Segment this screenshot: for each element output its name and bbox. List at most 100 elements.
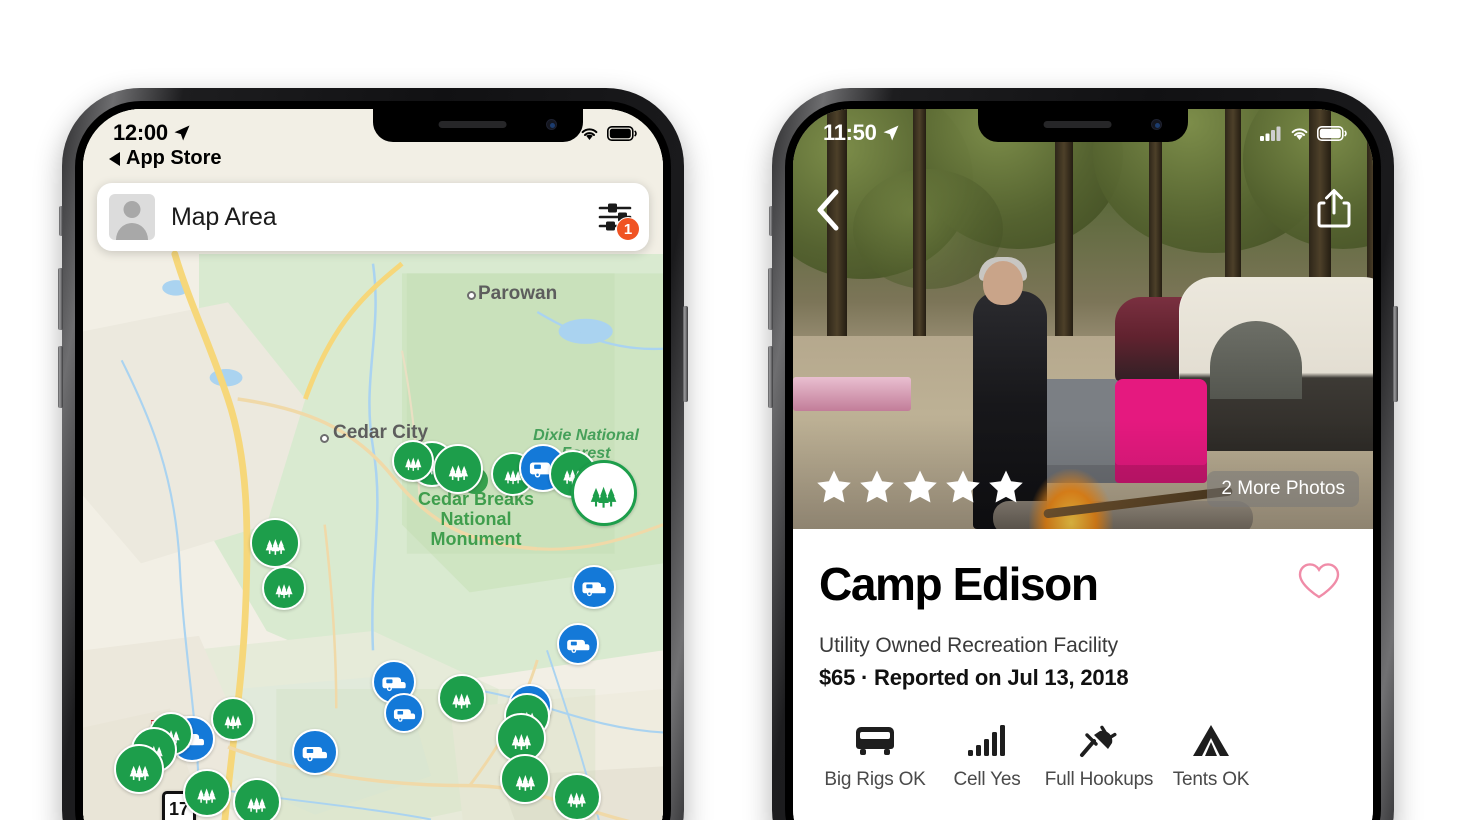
search-bar[interactable]: Map Area 1 <box>97 183 649 251</box>
back-button[interactable] <box>815 189 841 236</box>
star-icon <box>901 468 939 511</box>
filter-count-badge: 1 <box>616 217 640 241</box>
tent-icon <box>1155 715 1267 759</box>
filter-button[interactable]: 1 <box>593 195 640 241</box>
share-icon <box>1317 189 1351 228</box>
tent-glyph <box>1193 725 1229 756</box>
amenity-label: Cell Yes <box>953 769 1021 790</box>
volume-down-button[interactable] <box>58 346 63 408</box>
map-pin-campground[interactable] <box>433 444 483 494</box>
map-pin-campground[interactable] <box>233 778 281 820</box>
person-head <box>983 261 1023 305</box>
map-pin-rv[interactable] <box>557 623 599 665</box>
rv-glyph-icon <box>562 628 595 661</box>
map-pin-campground[interactable] <box>392 440 434 482</box>
rv-glyph-icon <box>389 698 420 729</box>
camp-chair-pink <box>1115 379 1207 483</box>
search-input[interactable]: Map Area <box>171 203 593 232</box>
share-button[interactable] <box>1317 187 1351 234</box>
earpiece-speaker <box>1043 121 1112 128</box>
map-pin-campground[interactable] <box>250 518 300 568</box>
tree-trunk <box>1055 109 1073 351</box>
trees-glyph-icon <box>439 450 478 489</box>
star-icon <box>858 468 896 511</box>
page-title: Camp Edison <box>819 557 1099 610</box>
trees-glyph-icon <box>267 571 301 605</box>
map-pin-campground[interactable] <box>553 773 601 820</box>
rating-stars <box>815 468 1025 511</box>
amenities-row: Big Rigs OK Cell Yes Full Hookups Tents … <box>819 715 1347 791</box>
back-triangle-icon <box>109 151 120 166</box>
back-link-label: App Store <box>126 147 222 169</box>
map-pin-rv[interactable] <box>572 565 616 609</box>
cell-signal-icon <box>931 715 1043 759</box>
trees-glyph-icon <box>506 760 545 799</box>
title-row: Camp Edison <box>819 555 1347 612</box>
volume-up-button[interactable] <box>768 268 773 330</box>
trees-glyph-icon <box>578 467 629 518</box>
trees-glyph-icon <box>120 750 159 789</box>
volume-down-button[interactable] <box>768 346 773 408</box>
star-icon <box>815 468 853 511</box>
campfire <box>1029 469 1113 529</box>
star-icon <box>944 468 982 511</box>
device-notch <box>373 109 583 142</box>
trees-glyph-icon <box>216 702 250 736</box>
picnic-table <box>793 377 911 411</box>
trees-glyph-icon <box>238 783 275 820</box>
amenity-label: Full Hookups <box>1044 769 1154 790</box>
power-plug-glyph <box>1080 725 1117 757</box>
map-screen[interactable]: Parowan Cedar City Dixie National Forest… <box>83 109 663 820</box>
amenity-cell: Cell Yes <box>931 715 1043 791</box>
mute-switch[interactable] <box>769 206 773 236</box>
front-camera <box>546 119 557 130</box>
favorite-button[interactable] <box>1291 555 1347 612</box>
map-pin-rv[interactable] <box>292 729 338 775</box>
map-pin-rv[interactable] <box>384 693 424 733</box>
rv-bus-icon <box>819 715 931 759</box>
trees-glyph-icon <box>502 719 541 758</box>
amenity-tents: Tents OK <box>1155 715 1267 791</box>
phone-right-bezel: 2 More Photos Camp Edison Utility Owned … <box>785 101 1381 820</box>
rv-glyph-icon <box>577 570 611 604</box>
earpiece-speaker <box>438 121 507 128</box>
back-to-app-store-link[interactable]: App Store <box>109 147 222 170</box>
listing-photo[interactable]: 2 More Photos <box>793 109 1373 529</box>
amenity-label: Tents OK <box>1172 769 1250 790</box>
more-photos-badge[interactable]: 2 More Photos <box>1207 471 1359 507</box>
tree-trunk <box>913 109 926 339</box>
amenity-hookups: Full Hookups <box>1043 715 1155 791</box>
map-pin-campground[interactable] <box>211 697 255 741</box>
map-pin-campground[interactable] <box>183 769 231 817</box>
trees-glyph-icon <box>558 778 595 815</box>
device-notch <box>978 109 1188 142</box>
phone-left-map: Parowan Cedar City Dixie National Forest… <box>58 88 688 820</box>
front-camera <box>1151 119 1162 130</box>
star-icon <box>987 468 1025 511</box>
amenity-big-rigs: Big Rigs OK <box>819 715 931 791</box>
listing-subtitle: Utility Owned Recreation Facility <box>819 634 1118 657</box>
rv-glyph-icon <box>297 734 333 770</box>
volume-up-button[interactable] <box>58 268 63 330</box>
map-pin-campground[interactable] <box>500 754 550 804</box>
back-chevron-icon <box>817 189 839 231</box>
phone-right-detail: 2 More Photos Camp Edison Utility Owned … <box>768 88 1398 820</box>
heart-outline-icon <box>1298 563 1340 599</box>
trees-glyph-icon <box>256 524 295 563</box>
screenshot-stage: Parowan Cedar City Dixie National Forest… <box>0 0 1460 820</box>
mute-switch[interactable] <box>59 206 63 236</box>
map-pin-campground[interactable] <box>114 744 164 794</box>
power-button[interactable] <box>683 306 688 402</box>
listing-detail-screen[interactable]: 2 More Photos Camp Edison Utility Owned … <box>793 109 1373 820</box>
trees-glyph-icon <box>188 774 225 811</box>
trees-glyph-icon <box>443 679 480 716</box>
power-plug-icon <box>1043 715 1155 759</box>
tent-door <box>1210 321 1302 399</box>
power-button[interactable] <box>1393 306 1398 402</box>
user-avatar-icon[interactable] <box>109 194 155 240</box>
map-pin-campground-selected[interactable] <box>571 460 637 526</box>
listing-details-panel: Camp Edison Utility Owned Recreation Fac… <box>793 529 1373 820</box>
tent <box>1179 277 1373 451</box>
map-pin-campground[interactable] <box>262 566 306 610</box>
map-pin-campground[interactable] <box>438 674 486 722</box>
